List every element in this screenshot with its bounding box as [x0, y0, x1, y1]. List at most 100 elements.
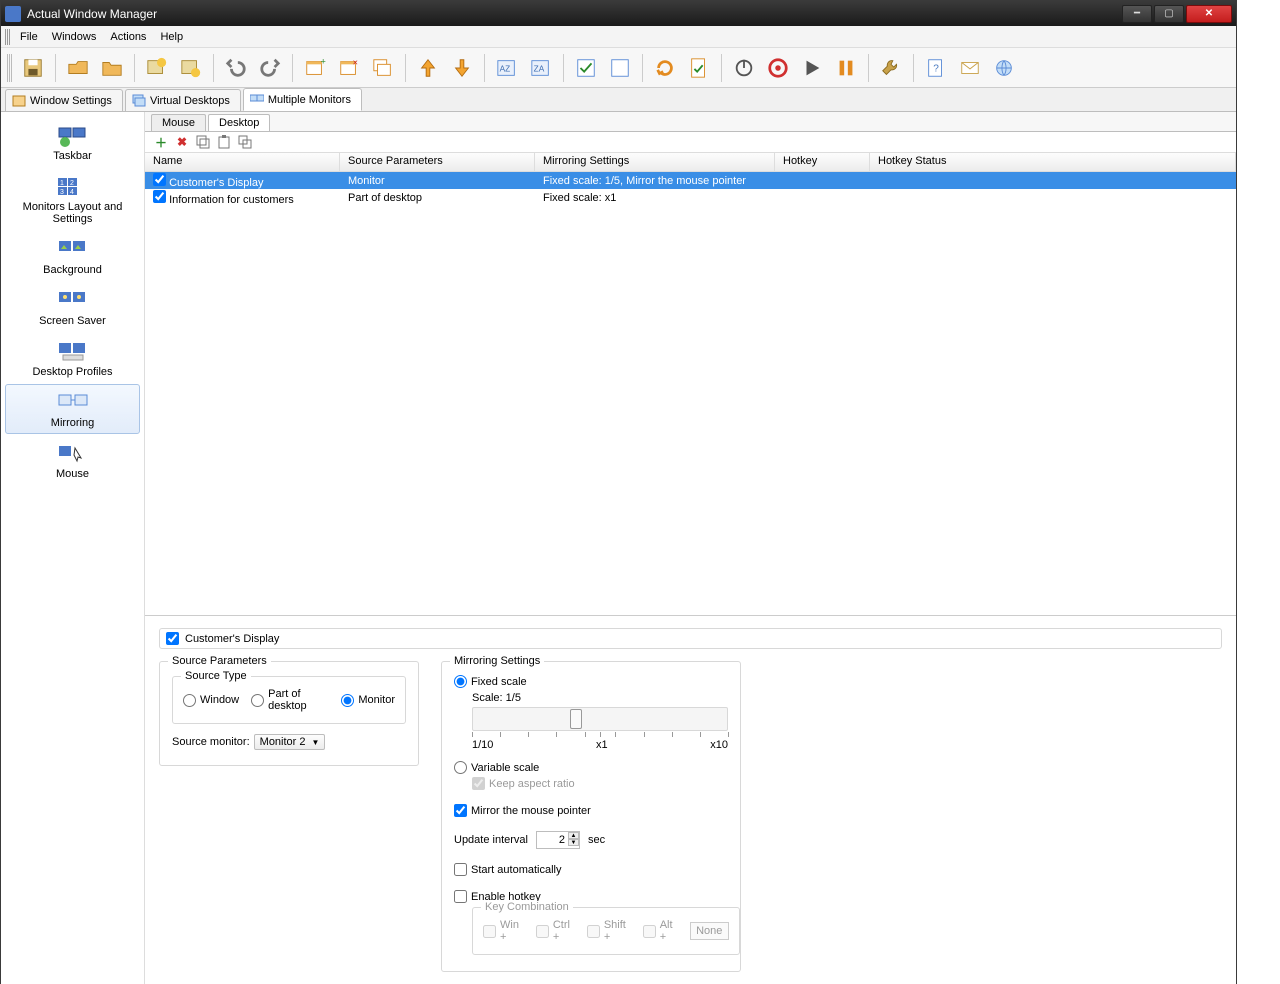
- copy-window-button[interactable]: [367, 52, 399, 84]
- tab-virtual-desktops[interactable]: Virtual Desktops: [125, 89, 241, 111]
- check-start-automatically[interactable]: Start automatically: [454, 863, 728, 876]
- stop-circle-icon: [767, 57, 789, 79]
- duplicate-item-button[interactable]: [237, 134, 253, 150]
- power-button[interactable]: [728, 52, 760, 84]
- update-interval-unit: sec: [588, 834, 605, 846]
- col-hotkey-status[interactable]: Hotkey Status: [870, 153, 1236, 171]
- window-controls: ━ ▢ ✕: [1122, 5, 1232, 23]
- sub-tab-mouse[interactable]: Mouse: [151, 114, 206, 131]
- new-window-button[interactable]: +: [299, 52, 331, 84]
- radio-fixed-scale[interactable]: Fixed scale: [454, 675, 728, 688]
- nav-layout[interactable]: 1234 Monitors Layout and Settings: [5, 168, 140, 230]
- folder-open-button[interactable]: [62, 52, 94, 84]
- sort-za-button[interactable]: ZA: [525, 52, 557, 84]
- table-row[interactable]: Information for customers Part of deskto…: [145, 189, 1236, 206]
- delete-window-button[interactable]: ×: [333, 52, 365, 84]
- radio-part-of-desktop[interactable]: Part of desktop: [251, 688, 329, 712]
- menu-windows[interactable]: Windows: [45, 29, 104, 45]
- tools-button[interactable]: [875, 52, 907, 84]
- uncheck-all-button[interactable]: [604, 52, 636, 84]
- close-button[interactable]: ✕: [1186, 5, 1232, 23]
- svg-text:×: ×: [353, 57, 358, 67]
- mirrors-table: Name Source Parameters Mirroring Setting…: [145, 152, 1236, 615]
- gear-plus-icon: [146, 57, 168, 79]
- detail-pane: Customer's Display Source Parameters Sou…: [145, 615, 1236, 984]
- layout-icon: 1234: [57, 173, 89, 201]
- svg-text:3: 3: [60, 189, 64, 196]
- sub-tab-desktop[interactable]: Desktop: [208, 114, 270, 131]
- settings2-button[interactable]: [175, 52, 207, 84]
- copy-item-button[interactable]: [195, 134, 211, 150]
- source-monitor-combo[interactable]: Monitor 2 ▼: [254, 734, 326, 750]
- table-row[interactable]: Customer's Display Monitor Fixed scale: …: [145, 172, 1236, 189]
- window-plus-icon: +: [304, 57, 326, 79]
- arrow-up-icon: [417, 57, 439, 79]
- nav-mouse[interactable]: Mouse: [5, 435, 140, 485]
- detail-title-text: Customer's Display: [185, 633, 279, 645]
- add-item-button[interactable]: ＋: [153, 134, 169, 150]
- col-mirroring-settings[interactable]: Mirroring Settings: [535, 153, 775, 171]
- cell-hotkey: [775, 180, 870, 182]
- undo-button[interactable]: [220, 52, 252, 84]
- radio-variable-scale[interactable]: Variable scale: [454, 761, 728, 774]
- refresh-button[interactable]: [649, 52, 681, 84]
- refresh-icon: [654, 57, 676, 79]
- nav-background[interactable]: Background: [5, 231, 140, 281]
- minimize-button[interactable]: ━: [1122, 5, 1152, 23]
- scale-slider[interactable]: [472, 707, 728, 731]
- title-bar: Actual Window Manager ━ ▢ ✕: [1, 1, 1236, 26]
- arrow-down-icon: [451, 57, 473, 79]
- feedback-button[interactable]: [954, 52, 986, 84]
- menu-actions[interactable]: Actions: [103, 29, 153, 45]
- radio-window[interactable]: Window: [183, 688, 239, 712]
- radio-monitor[interactable]: Monitor: [341, 688, 395, 712]
- settings1-button[interactable]: [141, 52, 173, 84]
- pause-button[interactable]: [830, 52, 862, 84]
- apply-button[interactable]: [683, 52, 715, 84]
- check-mirror-mouse-pointer[interactable]: Mirror the mouse pointer: [454, 804, 728, 817]
- sort-az-icon: AZ: [496, 57, 518, 79]
- col-hotkey[interactable]: Hotkey: [775, 153, 870, 171]
- check-all-button[interactable]: [570, 52, 602, 84]
- menu-help[interactable]: Help: [153, 29, 190, 45]
- menu-file[interactable]: File: [13, 29, 45, 45]
- tab-multiple-monitors[interactable]: Multiple Monitors: [243, 88, 362, 111]
- nav-mirroring[interactable]: Mirroring: [5, 384, 140, 434]
- sort-za-icon: ZA: [530, 57, 552, 79]
- delete-item-button[interactable]: ✖: [174, 134, 190, 150]
- nav-taskbar[interactable]: Taskbar: [5, 117, 140, 167]
- stop-button[interactable]: [762, 52, 794, 84]
- main-tab-bar: Window Settings Virtual Desktops Multipl…: [1, 88, 1236, 112]
- help-topic-button[interactable]: ?: [920, 52, 952, 84]
- slider-thumb[interactable]: [570, 709, 582, 729]
- col-name[interactable]: Name: [145, 153, 340, 171]
- source-monitor-label: Source monitor:: [172, 736, 250, 748]
- save-button[interactable]: [17, 52, 49, 84]
- redo-button[interactable]: [254, 52, 286, 84]
- wrench-icon: [880, 57, 902, 79]
- app-icon: [5, 6, 21, 22]
- row-enable-checkbox[interactable]: [153, 173, 166, 186]
- play-button[interactable]: [796, 52, 828, 84]
- gripper-icon: [5, 29, 11, 45]
- row-enable-checkbox[interactable]: [153, 190, 166, 203]
- cell-src: Monitor: [340, 174, 535, 188]
- move-up-button[interactable]: [412, 52, 444, 84]
- source-parameters-group: Source Parameters Source Type Window Par…: [159, 661, 419, 766]
- spin-buttons[interactable]: ▲▼: [568, 832, 579, 846]
- nav-label: Monitors Layout and Settings: [8, 201, 137, 225]
- nav-profiles[interactable]: Desktop Profiles: [5, 333, 140, 383]
- about-button[interactable]: [988, 52, 1020, 84]
- nav-label: Taskbar: [53, 150, 92, 162]
- col-source-parameters[interactable]: Source Parameters: [340, 153, 535, 171]
- tab-window-settings[interactable]: Window Settings: [5, 89, 123, 111]
- sort-az-button[interactable]: AZ: [491, 52, 523, 84]
- enable-mirror-checkbox[interactable]: [166, 632, 179, 645]
- folder-button[interactable]: [96, 52, 128, 84]
- maximize-button[interactable]: ▢: [1154, 5, 1184, 23]
- nav-screensaver[interactable]: Screen Saver: [5, 282, 140, 332]
- scale-value: 1/5: [506, 692, 521, 704]
- nav-label: Screen Saver: [39, 315, 106, 327]
- paste-item-button[interactable]: [216, 134, 232, 150]
- move-down-button[interactable]: [446, 52, 478, 84]
